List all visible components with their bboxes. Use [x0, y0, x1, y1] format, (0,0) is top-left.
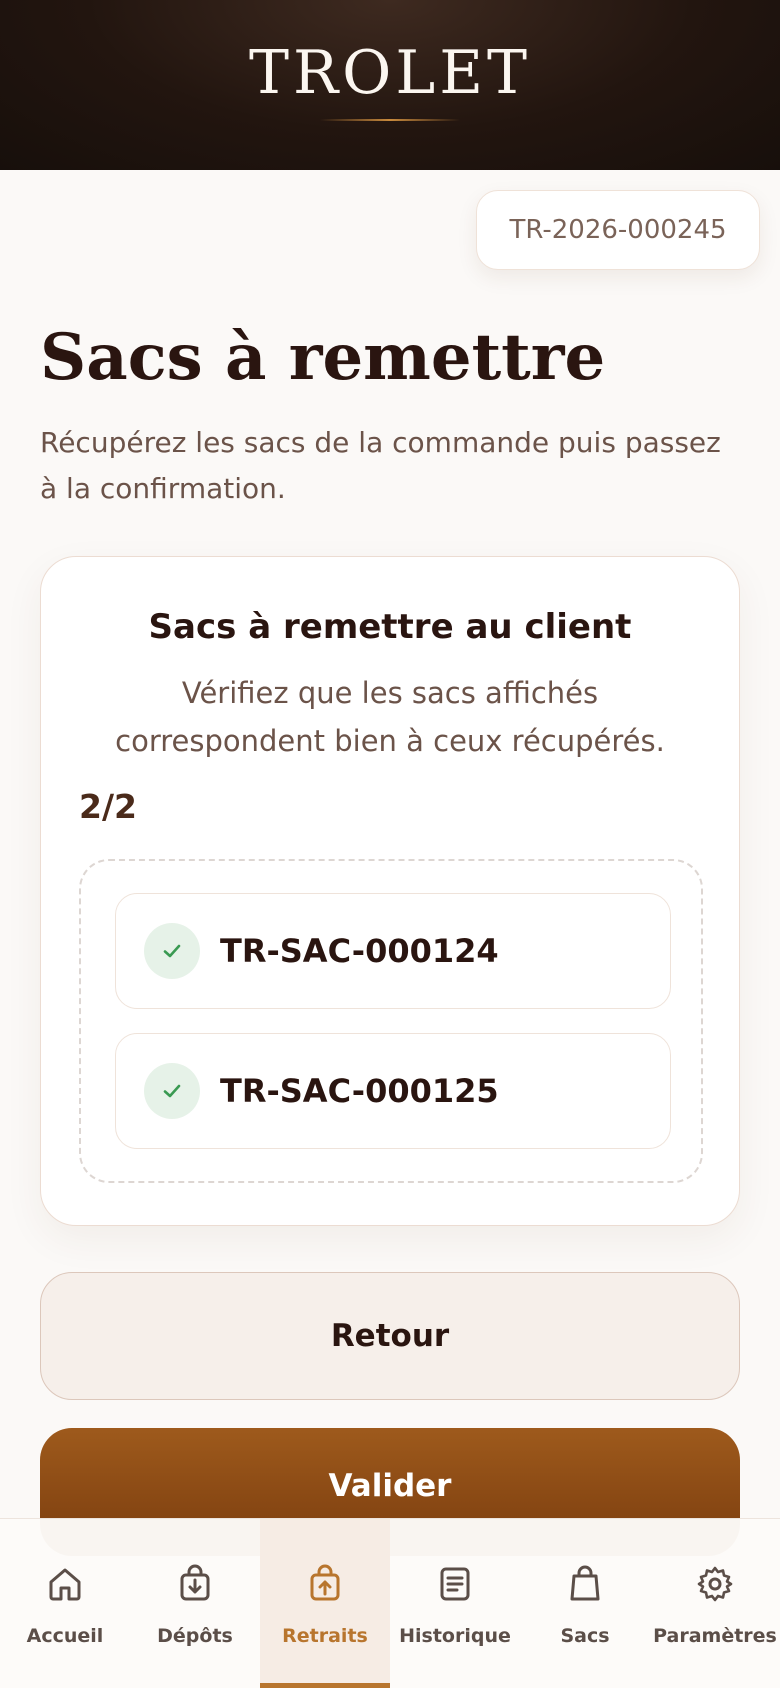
gear-icon [697, 1566, 733, 1602]
nav-item-depots[interactable]: Dépôts [130, 1519, 260, 1688]
bags-card: Sacs à remettre au client Vérifiez que l… [40, 556, 740, 1226]
nav-label: Paramètres [653, 1625, 777, 1647]
page-subtitle: Récupérez les sacs de la commande puis p… [40, 426, 721, 505]
order-reference-badge: TR-2026-000245 [476, 190, 760, 270]
bag-code: TR-SAC-000124 [220, 932, 499, 970]
check-icon [144, 923, 200, 979]
bottom-navigation: Accueil Dépôts Retraits Historique Sacs [0, 1518, 780, 1688]
check-icon [144, 1063, 200, 1119]
history-icon [440, 1567, 470, 1601]
brand-underline [320, 119, 460, 121]
bag-list: TR-SAC-000124 TR-SAC-000125 [79, 859, 703, 1183]
app-header: TROLET [0, 0, 780, 170]
nav-label: Historique [399, 1625, 511, 1647]
nav-item-accueil[interactable]: Accueil [0, 1519, 130, 1688]
nav-item-parametres[interactable]: Paramètres [650, 1519, 780, 1688]
bag-list-item: TR-SAC-000125 [115, 1033, 671, 1149]
nav-label: Accueil [26, 1625, 104, 1647]
nav-label: Sacs [560, 1625, 610, 1647]
bag-icon [570, 1565, 600, 1601]
deposit-bag-icon [180, 1564, 210, 1601]
nav-label: Retraits [282, 1625, 368, 1647]
bag-list-item: TR-SAC-000124 [115, 893, 671, 1009]
withdraw-bag-icon [310, 1564, 340, 1601]
back-button[interactable]: Retour [40, 1272, 740, 1400]
nav-item-sacs[interactable]: Sacs [520, 1519, 650, 1688]
bag-code: TR-SAC-000125 [220, 1072, 499, 1110]
card-description: Vérifiez que les sacs affichés correspon… [115, 676, 665, 758]
brand-logo: TROLET [248, 38, 532, 108]
nav-label: Dépôts [157, 1625, 233, 1647]
card-title: Sacs à remettre au client [148, 607, 632, 647]
page-title: Sacs à remettre [40, 320, 606, 395]
home-icon [49, 1568, 81, 1601]
nav-item-historique[interactable]: Historique [390, 1519, 520, 1688]
active-indicator [260, 1683, 390, 1688]
bag-counter: 2/2 [79, 787, 137, 826]
nav-item-retraits[interactable]: Retraits [260, 1519, 390, 1688]
